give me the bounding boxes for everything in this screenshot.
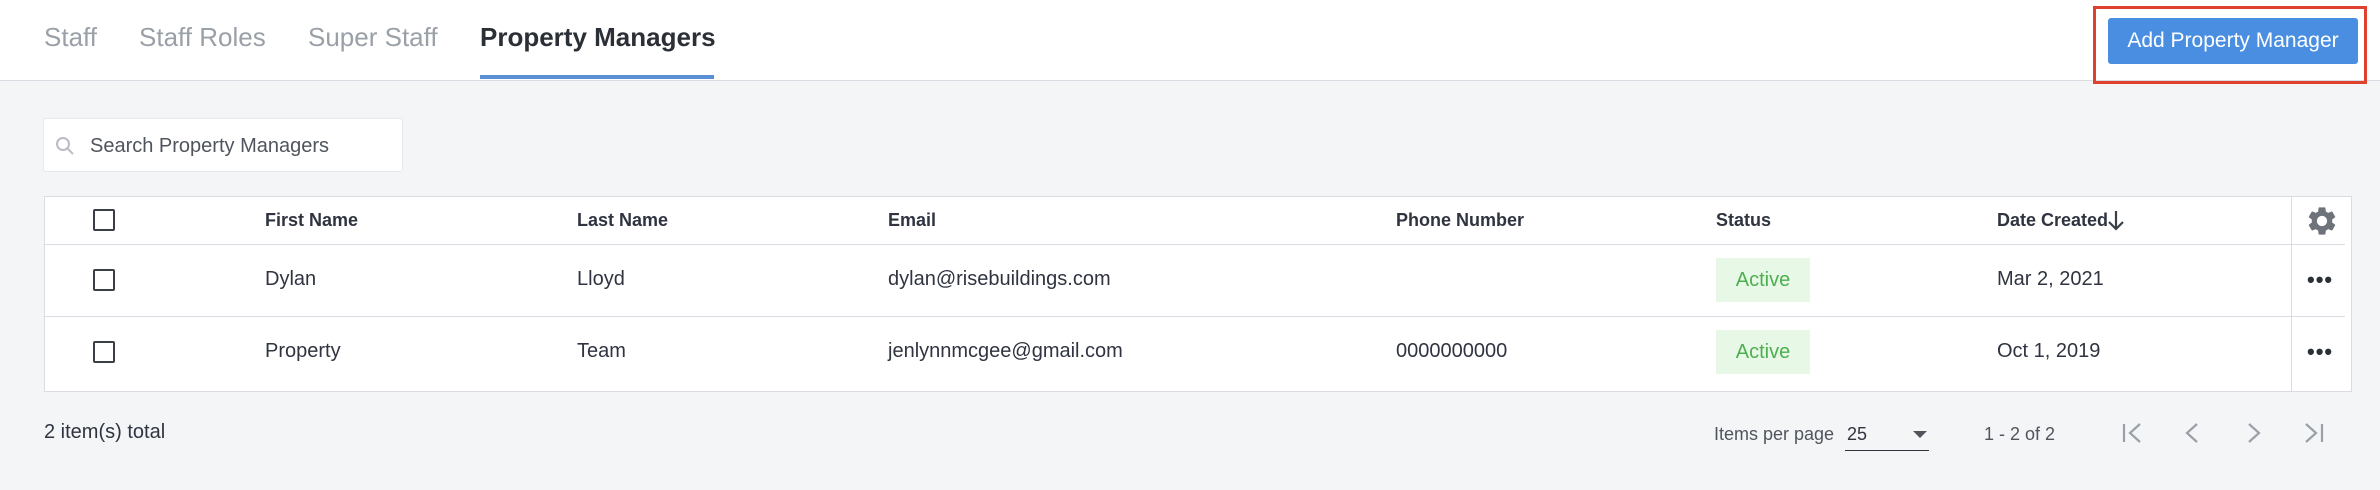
add-property-manager-button[interactable]: Add Property Manager	[2108, 18, 2358, 64]
pagination-range: 1 - 2 of 2	[1984, 424, 2056, 444]
actions-column-divider	[2291, 197, 2292, 391]
property-managers-table: First Name Last Name Email Phone Number …	[44, 196, 2352, 392]
row-actions-button[interactable]: •••	[2307, 267, 2333, 293]
cell-last-name: Team	[577, 340, 626, 362]
tab-super-staff[interactable]: Super Staff	[308, 22, 438, 53]
tab-staff-roles[interactable]: Staff Roles	[139, 22, 266, 53]
row-divider	[45, 316, 2345, 317]
search-input[interactable]	[88, 119, 392, 173]
cell-date-created: Mar 2, 2021	[1997, 268, 2104, 290]
header-first-name[interactable]: First Name	[265, 210, 358, 231]
cell-phone: 0000000000	[1396, 340, 1508, 362]
arrow-down-icon[interactable]	[2106, 209, 2126, 233]
total-items-text: 2 item(s) total	[44, 421, 166, 443]
previous-page-icon[interactable]	[2176, 418, 2210, 448]
next-page-icon[interactable]	[2236, 418, 2270, 448]
search-box	[43, 118, 403, 173]
row-checkbox[interactable]	[93, 341, 115, 363]
header-divider	[45, 244, 2345, 245]
row-actions-button[interactable]: •••	[2307, 339, 2333, 365]
cell-email: jenlynnmcgee@gmail.com	[888, 340, 1123, 362]
header-phone-number[interactable]: Phone Number	[1396, 210, 1524, 231]
status-badge: Active	[1716, 330, 1810, 374]
cell-email: dylan@risebuildings.com	[888, 268, 1111, 290]
search-icon	[56, 137, 74, 155]
cell-date-created: Oct 1, 2019	[1997, 340, 2101, 362]
select-all-checkbox[interactable]	[93, 209, 115, 231]
cell-first-name: Dylan	[265, 268, 317, 290]
tab-property-managers[interactable]: Property Managers	[480, 22, 716, 53]
cell-first-name: Property	[265, 340, 341, 362]
status-badge: Active	[1716, 258, 1810, 302]
header-status[interactable]: Status	[1716, 210, 1771, 231]
header-last-name[interactable]: Last Name	[577, 210, 668, 231]
cell-last-name: Lloyd	[577, 268, 625, 290]
items-per-page-value: 25	[1847, 424, 1868, 444]
tab-staff[interactable]: Staff	[44, 22, 97, 53]
header-email[interactable]: Email	[888, 210, 936, 231]
active-tab-indicator	[480, 75, 714, 79]
top-tab-bar: Staff Staff Roles Super Staff Property M…	[0, 0, 2380, 84]
items-per-page-label: Items per page	[1714, 424, 1835, 444]
header-date-created[interactable]: Date Created	[1997, 210, 2108, 231]
last-page-icon[interactable]	[2296, 418, 2330, 448]
chevron-down-icon	[1913, 431, 1927, 438]
row-checkbox[interactable]	[93, 269, 115, 291]
gear-icon[interactable]	[2305, 204, 2339, 238]
items-per-page-select[interactable]: 25	[1845, 418, 1929, 451]
first-page-icon[interactable]	[2116, 418, 2150, 448]
